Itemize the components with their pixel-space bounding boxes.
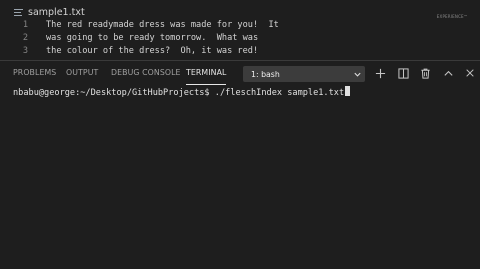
tab-problems[interactable]: PROBLEMS <box>13 61 56 85</box>
tab-output[interactable]: OUTPUT <box>66 61 98 85</box>
split-terminal-icon[interactable] <box>396 66 410 80</box>
line-text[interactable]: was going to be ready tomorrow. What was <box>46 32 258 45</box>
code-area[interactable]: 1 The red readymade dress was made for y… <box>0 19 480 58</box>
tab-debug-console[interactable]: DEBUG CONSOLE <box>111 61 181 85</box>
terminal-select-value: 1: bash <box>251 69 280 79</box>
bottom-panel: PROBLEMS OUTPUT DEBUG CONSOLE TERMINAL 1… <box>0 60 480 269</box>
terminal-cursor <box>345 86 351 96</box>
chevron-up-icon[interactable] <box>441 66 455 80</box>
line-text[interactable]: The red readymade dress was made for you… <box>46 19 279 32</box>
trash-icon[interactable] <box>418 66 432 80</box>
line-number: 2 <box>22 33 28 43</box>
close-icon[interactable] <box>463 66 477 80</box>
terminal-output[interactable]: nbabu@george:~/Desktop/GitHubProjects$ .… <box>13 86 480 98</box>
code-line[interactable]: 2 was going to be ready tomorrow. What w… <box>0 32 480 45</box>
code-line[interactable]: 1 The red readymade dress was made for y… <box>0 19 480 32</box>
text-file-icon <box>14 8 23 17</box>
code-line[interactable]: 3 the colour of the dress? Oh, it was re… <box>0 45 480 58</box>
line-text[interactable]: the colour of the dress? Oh, it was red! <box>46 45 258 58</box>
file-name: sample1.txt <box>28 6 85 18</box>
tab-terminal[interactable]: TERMINAL <box>186 61 227 85</box>
terminal-select[interactable]: 1: bash <box>243 66 365 82</box>
plus-icon[interactable] <box>373 66 387 80</box>
terminal-command[interactable]: ./fleschIndex sample1.txt <box>215 88 344 98</box>
line-number: 1 <box>22 20 28 30</box>
terminal-prompt: nbabu@george:~/Desktop/GitHubProjects$ <box>13 88 215 98</box>
editor-file-header[interactable]: sample1.txt <box>14 5 85 19</box>
chevron-down-icon <box>350 67 364 81</box>
line-number: 3 <box>22 46 28 56</box>
editor: sample1.txt EXPERIENCE™ 1 The red readym… <box>0 0 480 60</box>
